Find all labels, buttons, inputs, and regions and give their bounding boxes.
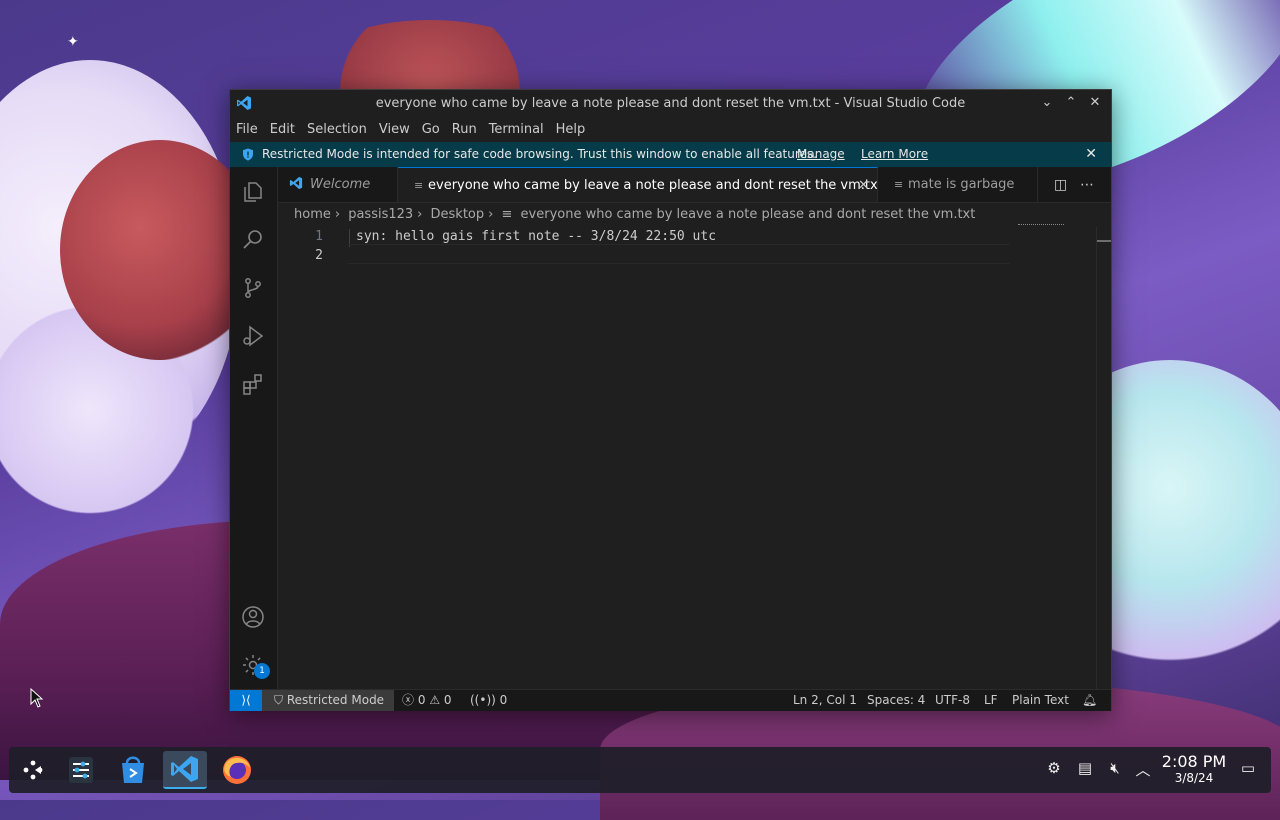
code-editor[interactable]: 1 syn: hello gais first note -- 3/8/24 2… (278, 224, 1111, 689)
account-icon[interactable] (241, 605, 265, 629)
tab-close-icon[interactable]: ✕ (858, 168, 869, 202)
broadcast-icon: ((•)) (470, 693, 496, 707)
warning-icon: ⚠ (429, 693, 441, 707)
line-number: 2 (315, 248, 323, 263)
chevron-right-icon: › (334, 207, 341, 222)
close-button[interactable]: ✕ (1084, 93, 1106, 113)
tab-welcome-label: Welcome (310, 177, 371, 192)
settings-app-icon[interactable] (59, 751, 103, 789)
clipboard-icon[interactable]: ▤ (1074, 759, 1096, 781)
tab-active-label: everyone who came by leave a note please… (428, 178, 878, 193)
menu-bar: File Edit Selection View Go Run Terminal Help (230, 117, 1111, 142)
menu-view[interactable]: View (373, 117, 416, 142)
taskbar: ⚙︎ ▤ 🔇︎ ︿ 2:08 PM 3/8/24 ▭ (9, 747, 1271, 793)
volume-muted-icon[interactable]: 🔇︎ (1104, 759, 1126, 781)
minimap[interactable] (1018, 224, 1064, 228)
notifications-bell-icon[interactable]: 🔔︎ (1082, 690, 1097, 711)
window-title: everyone who came by leave a note please… (375, 96, 966, 111)
clock[interactable]: 2:08 PM 3/8/24 (1161, 752, 1227, 786)
breadcrumb-desktop[interactable]: Desktop (431, 207, 485, 222)
clock-time: 2:08 PM (1161, 752, 1227, 771)
text-file-icon: ≡ (414, 179, 424, 192)
shield-icon (243, 148, 253, 161)
cursor-position[interactable]: Ln 2, Col 1 (793, 690, 857, 711)
ports-count: 0 (499, 693, 508, 707)
explorer-icon[interactable] (241, 180, 265, 204)
error-count: 0 (417, 693, 426, 707)
more-actions-icon[interactable]: ⋯ (1080, 177, 1094, 193)
menu-file[interactable]: File (230, 117, 264, 142)
line-number: 1 (315, 229, 323, 244)
text-file-icon: ≡ (894, 178, 904, 191)
eol-status[interactable]: LF (984, 690, 998, 711)
clock-date: 3/8/24 (1174, 771, 1214, 785)
menu-terminal[interactable]: Terminal (483, 117, 550, 142)
restricted-mode-label: Restricted Mode (286, 693, 385, 707)
discover-store-icon[interactable] (111, 751, 155, 789)
vscode-taskbar-icon[interactable] (163, 751, 207, 789)
breadcrumb-home[interactable]: home (294, 207, 331, 222)
problems-status[interactable]: ⓧ 0 ⚠ 0 (402, 690, 452, 711)
title-bar: everyone who came by leave a note please… (230, 90, 1111, 117)
learn-more-link[interactable]: Learn More (861, 142, 928, 167)
chevron-right-icon: › (417, 207, 423, 222)
menu-help[interactable]: Help (550, 117, 592, 142)
indentation-status[interactable]: Spaces: 4 (867, 690, 925, 711)
chevron-right-icon: › (488, 207, 494, 222)
manage-link[interactable]: Manage (797, 142, 845, 167)
update-badge: 1 (254, 663, 270, 679)
split-editor-icon[interactable]: ◫ (1054, 177, 1067, 193)
tab-bar: Welcome ≡ everyone who came by leave a no… (278, 167, 1111, 203)
app-launcher-icon[interactable] (11, 751, 55, 789)
chevron-up-icon[interactable]: ︿ (1132, 759, 1154, 781)
menu-run[interactable]: Run (446, 117, 483, 142)
menu-go[interactable]: Go (416, 117, 446, 142)
scrollbar-thumb[interactable] (1097, 240, 1111, 242)
tab-active-file[interactable]: ≡ everyone who came by leave a note pleas… (398, 167, 878, 202)
wallpaper-star: ✦ (67, 34, 79, 50)
activity-bar: 1 (230, 167, 278, 689)
extensions-icon[interactable] (241, 372, 265, 396)
breadcrumb-user[interactable]: passis123 (348, 207, 413, 222)
vscode-window: everyone who came by leave a note please… (229, 89, 1112, 711)
remote-indicator-icon[interactable]: ⟩⟨ (230, 690, 262, 711)
encoding-status[interactable]: UTF-8 (935, 690, 970, 711)
banner-close-icon[interactable]: ✕ (1085, 142, 1097, 167)
source-control-icon[interactable] (241, 276, 265, 300)
minimize-button[interactable]: ⌄ (1036, 93, 1058, 113)
banner-message: Restricted Mode is intended for safe cod… (262, 147, 817, 161)
code-line[interactable]: syn: hello gais first note -- 3/8/24 22:… (356, 229, 716, 244)
tab-welcome[interactable]: Welcome (278, 167, 398, 202)
menu-edit[interactable]: Edit (264, 117, 301, 142)
language-mode[interactable]: Plain Text (1012, 690, 1069, 711)
vscode-tab-icon (289, 176, 303, 190)
firefox-icon[interactable] (215, 751, 259, 789)
mouse-cursor-icon (30, 688, 44, 708)
maximize-button[interactable]: ⌃ (1060, 93, 1082, 113)
status-bar: ⟩⟨ ⛉ Restricted Mode ⓧ 0 ⚠ 0 ((•)) 0 Ln … (230, 689, 1111, 711)
error-icon: ⓧ (402, 693, 415, 707)
restricted-mode-banner: Restricted Mode is intended for safe cod… (230, 142, 1111, 167)
network-icon[interactable]: ⚙︎ (1043, 759, 1065, 781)
tab-mate-is-garbage[interactable]: ≡ mate is garbage (878, 167, 1038, 202)
text-file-icon: ≡ (501, 207, 513, 222)
tab-label: mate is garbage (908, 177, 1015, 192)
menu-selection[interactable]: Selection (301, 117, 373, 142)
run-debug-icon[interactable] (241, 324, 265, 348)
ports-status[interactable]: ((•)) 0 (470, 690, 507, 711)
show-desktop-icon[interactable]: ▭ (1237, 759, 1259, 781)
shield-icon: ⛉ (274, 693, 284, 707)
breadcrumb: home › passis123 › Desktop › ≡ everyone who… (294, 207, 979, 222)
breadcrumb-file[interactable]: everyone who came by leave a note please… (521, 207, 976, 222)
vertical-scrollbar[interactable] (1096, 227, 1111, 689)
restricted-mode-status[interactable]: ⛉ Restricted Mode (262, 690, 395, 711)
warning-count: 0 (443, 693, 452, 707)
search-icon[interactable] (241, 228, 265, 252)
current-line-highlight (348, 244, 1010, 264)
